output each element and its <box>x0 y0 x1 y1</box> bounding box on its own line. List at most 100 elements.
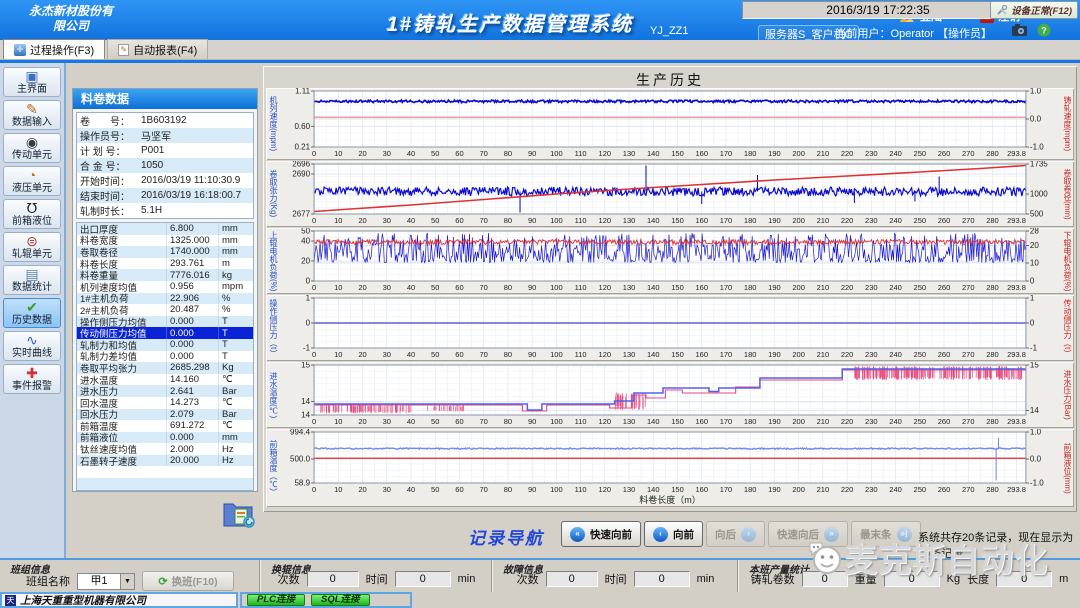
roll-unit-icon: ⊜ <box>26 234 38 249</box>
svg-text:190: 190 <box>768 216 781 225</box>
measure-unit: T <box>219 351 253 362</box>
sidebar-item-data-input[interactable]: ✎数据输入 <box>3 100 61 130</box>
field-suffix: min <box>697 573 715 585</box>
sidebar-item-data-statistics[interactable]: ▤数据统计 <box>3 265 61 295</box>
svg-text:280: 280 <box>986 417 999 426</box>
camera-icon[interactable] <box>1012 23 1028 37</box>
measure-value: 22.906 <box>167 293 219 305</box>
device-status-button[interactable]: 设备正常(F12) <box>990 1 1078 19</box>
svg-text:1.0: 1.0 <box>1030 429 1042 436</box>
svg-text:40: 40 <box>407 149 415 158</box>
field-input[interactable]: 0 <box>395 571 451 587</box>
svg-text:200: 200 <box>792 149 805 158</box>
svg-text:14: 14 <box>301 411 310 420</box>
sidebar-item-event-alarm[interactable]: ✚事件报警 <box>3 364 61 394</box>
svg-text:40: 40 <box>407 216 415 225</box>
svg-text:30: 30 <box>383 149 391 158</box>
info-value: 5.1H <box>141 205 253 216</box>
svg-text:210: 210 <box>817 417 830 426</box>
coil-measure-row-empty <box>77 466 253 478</box>
tab-auto-report[interactable]: ✎自动报表(F4) <box>107 39 208 59</box>
svg-text:140: 140 <box>647 283 660 292</box>
info-value: 2016/03/19 16:18:00.7 <box>141 190 253 201</box>
backward-icon: › <box>741 527 756 542</box>
help-icon[interactable]: ? <box>1037 23 1053 37</box>
svg-text:160: 160 <box>695 350 708 359</box>
tab-process-operation[interactable]: ✛过程操作(F3) <box>3 39 105 59</box>
nav-button-last-record: 最末条»| <box>851 521 921 547</box>
connection-status: PLC连接 SQL连接 <box>240 592 412 608</box>
measure-value: 2685.298 <box>167 362 219 374</box>
export-folder-icon[interactable] <box>222 496 258 530</box>
sidebar-item-realtime-curve[interactable]: ∿实时曲线 <box>3 331 61 361</box>
sidebar-item-headbox-level[interactable]: ℧前箱液位 <box>3 199 61 229</box>
svg-text:200: 200 <box>792 350 805 359</box>
sidebar-item-roll-unit[interactable]: ⊜轧辊单元 <box>3 232 61 262</box>
field-input[interactable]: 0 <box>634 571 690 587</box>
svg-text:160: 160 <box>695 283 708 292</box>
sidebar-item-history-data[interactable]: ✔历史数据 <box>3 298 61 328</box>
plc-connect-button[interactable]: PLC连接 <box>247 594 305 606</box>
app-window: 永杰新材股份有 限公司 1#铸轧生产数据管理系统 登陆 ↓ 注销 — □ ✕ Y… <box>0 0 1080 608</box>
nav-button-label: 向后 <box>715 527 736 542</box>
sidebar-item-hydraulic-unit[interactable]: ◔液压单元 <box>3 166 61 196</box>
svg-text:70: 70 <box>480 149 488 158</box>
svg-text:90: 90 <box>528 350 536 359</box>
svg-text:60: 60 <box>455 149 463 158</box>
nav-button-fast-forward[interactable]: «快速向前 <box>561 521 641 547</box>
svg-text:1.11: 1.11 <box>295 88 311 95</box>
sidebar-item-main-screen[interactable]: ▣主界面 <box>3 67 61 97</box>
history-chart-1: 卷取张力(Kg)26962690267717351000500010203040… <box>266 161 1074 227</box>
field-input[interactable]: 0 <box>307 571 359 587</box>
svg-text:120: 120 <box>599 283 612 292</box>
svg-text:0.60: 0.60 <box>294 122 310 131</box>
chevron-down-icon: ▼ <box>120 574 134 589</box>
field-input[interactable]: 0 <box>996 571 1052 587</box>
svg-text:110: 110 <box>575 350 587 359</box>
chart-5-left-axis-label: 前箱温度（℃） <box>266 429 280 507</box>
svg-text:料卷长度（m）: 料卷长度（m） <box>639 494 701 505</box>
svg-text:160: 160 <box>695 216 708 225</box>
nav-button-forward[interactable]: ‹向前 <box>644 521 703 547</box>
measure-unit: Hz <box>219 444 253 455</box>
measure-unit: mm <box>219 223 253 234</box>
svg-text:60: 60 <box>455 485 463 494</box>
coil-info-row: 结束时间：2016/03/19 16:18:00.7 <box>77 188 253 203</box>
svg-text:10: 10 <box>334 417 342 426</box>
svg-text:60: 60 <box>455 350 463 359</box>
measure-unit: ℃ <box>219 420 253 431</box>
sidebar-item-label: 轧辊单元 <box>12 250 52 260</box>
svg-text:40: 40 <box>407 417 415 426</box>
svg-text:100: 100 <box>550 283 563 292</box>
measure-value: 2.000 <box>167 443 219 455</box>
info-label: 轧制时长： <box>77 203 141 218</box>
svg-text:170: 170 <box>720 149 733 158</box>
fast-forward-icon: « <box>570 527 585 542</box>
machine-vendor: 天 上海天重重型机器有限公司 <box>0 592 238 608</box>
svg-text:90: 90 <box>528 417 536 426</box>
svg-text:130: 130 <box>623 283 636 292</box>
record-navigation-label: 记录导航 <box>468 524 544 549</box>
svg-text:0.21: 0.21 <box>294 143 310 152</box>
svg-text:20: 20 <box>358 417 366 426</box>
sidebar-item-drive-unit[interactable]: ◉传动单元 <box>3 133 61 163</box>
field-input[interactable]: 0 <box>802 571 848 587</box>
shift-select[interactable]: 甲1▼ <box>77 573 135 590</box>
svg-text:40: 40 <box>407 283 415 292</box>
svg-text:10: 10 <box>1030 259 1039 268</box>
chart-4-right-axis-label: 进水压力(Bar) <box>1060 362 1074 428</box>
coil-measure-table: 出口厚度6.800mm料卷宽度1325.000mm卷取卷径1740.000mm料… <box>76 222 254 491</box>
coil-info-row: 轧制时长：5.1H <box>77 203 253 218</box>
field-input[interactable]: 0 <box>546 571 598 587</box>
sidebar-item-label: 数据输入 <box>12 118 52 128</box>
field-input[interactable]: 0 <box>884 571 940 587</box>
record-count-status: 系统共存20条记录，现在显示为20条记录 <box>918 529 1080 561</box>
shift-change-button[interactable]: ⟳换班(F10) <box>142 571 234 591</box>
coil-measure-row[interactable]: 石墨转子速度20.000Hz <box>77 455 253 467</box>
svg-text:220: 220 <box>841 149 854 158</box>
sql-connect-button[interactable]: SQL连接 <box>311 594 370 606</box>
svg-text:90: 90 <box>528 485 536 494</box>
data-statistics-icon: ▤ <box>25 267 38 282</box>
chart-3-plot: 10-110-101020304050607080901001101201301… <box>280 295 1060 361</box>
svg-text:280: 280 <box>986 149 999 158</box>
